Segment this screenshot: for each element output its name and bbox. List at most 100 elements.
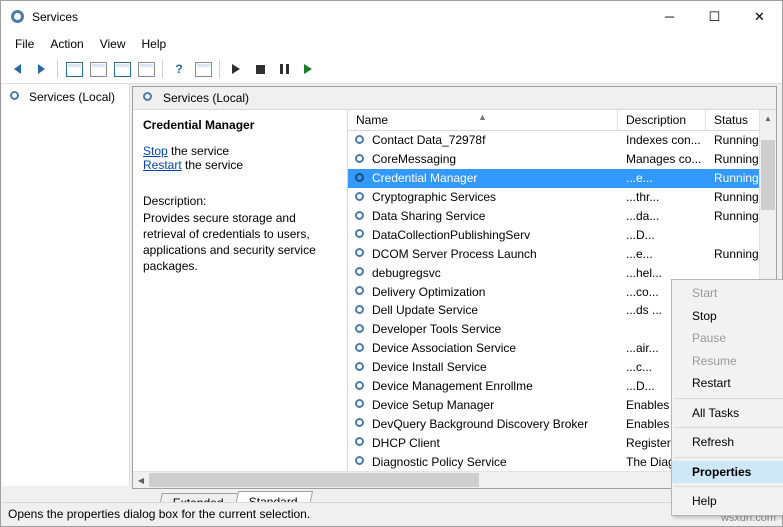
context-menu-item-label: Help: [692, 494, 717, 508]
pause-service-icon[interactable]: [273, 58, 295, 80]
restart-service-icon[interactable]: [297, 58, 319, 80]
service-name: Dell Update Service: [372, 303, 478, 317]
cell-name: Contact Data_72978f: [348, 133, 618, 147]
service-icon: [354, 228, 367, 241]
scroll-up-icon[interactable]: ▲: [760, 110, 776, 126]
column-header-description[interactable]: Description: [618, 110, 706, 130]
status-bar-text: Opens the properties dialog box for the …: [8, 507, 310, 521]
table-row[interactable]: Cryptographic Services...thr...Running: [348, 188, 776, 207]
services-window: Services ─ ☐ ✕ File Action View Help ?: [0, 0, 783, 527]
close-button[interactable]: ✕: [737, 1, 782, 32]
stop-service-icon[interactable]: [249, 58, 271, 80]
forward-arrow-icon[interactable]: [30, 58, 52, 80]
column-header-description-label: Description: [626, 113, 686, 127]
restart-service-line: Restart the service: [143, 158, 337, 172]
service-name: DHCP Client: [372, 436, 440, 450]
service-icon: [354, 417, 367, 430]
refresh-icon[interactable]: [111, 58, 133, 80]
cell-name: Delivery Optimization: [348, 285, 618, 299]
service-name: Developer Tools Service: [372, 322, 501, 336]
column-header-status[interactable]: Status: [706, 110, 766, 130]
scroll-left-icon[interactable]: ◀: [133, 476, 149, 485]
maximize-button[interactable]: ☐: [692, 1, 737, 32]
start-service-icon[interactable]: [225, 58, 247, 80]
service-name: Device Management Enrollme: [372, 379, 533, 393]
vertical-scroll-thumb[interactable]: [761, 140, 775, 210]
cell-status: Running: [706, 190, 766, 204]
context-menu-item-label: Pause: [692, 331, 726, 345]
context-menu-item-all-tasks[interactable]: All Tasks▶: [672, 402, 783, 425]
service-icon: [354, 304, 367, 317]
details-pane: Services (Local) Credential Manager Stop…: [130, 84, 781, 486]
table-row[interactable]: CoreMessagingManages co...Running: [348, 150, 776, 169]
horizontal-scroll-thumb[interactable]: [149, 473, 479, 487]
service-icon: [354, 172, 367, 185]
context-menu-item-stop[interactable]: Stop: [672, 305, 783, 328]
back-arrow-icon[interactable]: [6, 58, 28, 80]
menu-separator: [674, 486, 783, 487]
cell-name: Device Install Service: [348, 360, 618, 374]
cell-description: ...D...: [618, 228, 706, 242]
menu-separator: [674, 427, 783, 428]
table-row[interactable]: Credential Manager...e...Running: [348, 169, 776, 188]
cell-name: Dell Update Service: [348, 303, 618, 317]
description-text: Provides secure storage and retrieval of…: [143, 210, 337, 274]
menu-separator: [674, 457, 783, 458]
status-bar: Opens the properties dialog box for the …: [2, 502, 781, 525]
service-icon: [354, 191, 367, 204]
cell-name: Device Setup Manager: [348, 398, 618, 412]
context-menu-item-label: Start: [692, 286, 717, 300]
context-menu-item-label: Restart: [692, 376, 731, 390]
service-name: Data Sharing Service: [372, 209, 485, 223]
help-icon[interactable]: ?: [168, 58, 190, 80]
menu-file[interactable]: File: [7, 34, 42, 54]
service-name: Device Install Service: [372, 360, 487, 374]
menu-action[interactable]: Action: [42, 34, 91, 54]
list-column-headers: Name ▲ Description Status: [348, 110, 776, 131]
table-row[interactable]: Data Sharing Service...da...Running: [348, 207, 776, 226]
panel-content: Credential Manager Stop the service Rest…: [133, 110, 776, 471]
context-menu-item-properties[interactable]: Properties: [672, 461, 783, 484]
service-icon: [354, 266, 367, 279]
cell-name: Diagnostic Policy Service: [348, 455, 618, 469]
properties-icon[interactable]: [87, 58, 109, 80]
menu-separator: [674, 398, 783, 399]
context-menu-item-start: Start: [672, 282, 783, 305]
horizontal-scroll-track[interactable]: [149, 472, 760, 488]
context-menu-item-label: Properties: [692, 465, 751, 479]
service-name: Credential Manager: [372, 171, 477, 185]
service-name: DCOM Server Process Launch: [372, 247, 537, 261]
context-menu-item-label: Stop: [692, 309, 717, 323]
service-icon: [354, 210, 367, 223]
export-list-icon[interactable]: [135, 58, 157, 80]
tree-item-label: Services (Local): [29, 90, 115, 104]
cell-name: Developer Tools Service: [348, 322, 618, 336]
context-menu-item-label: All Tasks: [692, 406, 739, 420]
table-row[interactable]: DataCollectionPublishingServ ...D...: [348, 225, 776, 244]
column-header-name[interactable]: Name ▲: [348, 110, 618, 130]
service-icon: [354, 398, 367, 411]
service-icon: [354, 380, 367, 393]
cell-status: Running: [706, 152, 766, 166]
restart-service-suffix: the service: [182, 158, 243, 172]
cell-name: Device Management Enrollme: [348, 379, 618, 393]
stop-service-link[interactable]: Stop: [143, 144, 168, 158]
menu-view[interactable]: View: [92, 34, 134, 54]
table-row[interactable]: Contact Data_72978fIndexes con...Running: [348, 131, 776, 150]
show-hide-console-tree-icon[interactable]: [192, 58, 214, 80]
minimize-button[interactable]: ─: [647, 1, 692, 32]
service-icon: [354, 455, 367, 468]
service-name: Device Setup Manager: [372, 398, 494, 412]
context-menu-item-restart[interactable]: Restart: [672, 372, 783, 395]
show-tree-icon[interactable]: [63, 58, 85, 80]
context-menu-item-help[interactable]: Help: [672, 490, 783, 513]
service-name: DataCollectionPublishingServ: [372, 228, 530, 242]
table-row[interactable]: DCOM Server Process Launch...e...Running: [348, 244, 776, 263]
restart-service-link[interactable]: Restart: [143, 158, 182, 172]
cell-status: Running: [706, 171, 766, 185]
service-icon: [354, 153, 367, 166]
cell-name: Data Sharing Service: [348, 209, 618, 223]
menu-help[interactable]: Help: [134, 34, 175, 54]
context-menu-item-refresh[interactable]: Refresh: [672, 431, 783, 454]
tree-item-services-local[interactable]: Services (Local): [2, 88, 129, 106]
